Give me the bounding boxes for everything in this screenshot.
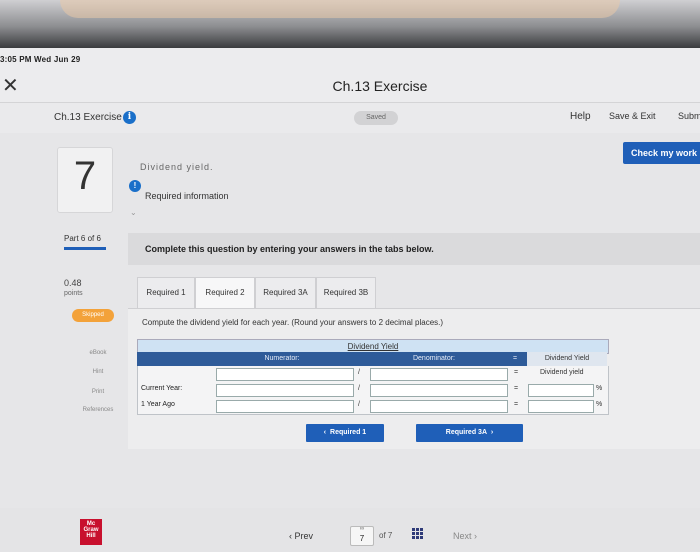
percent-symbol: %: [596, 401, 603, 408]
prev-question-button[interactable]: ‹ Prev: [289, 531, 313, 541]
year-ago-numerator-input[interactable]: [216, 400, 354, 413]
status-bar: 3:05 PM Wed Jun 29: [0, 48, 700, 70]
equals-symbol: =: [514, 369, 519, 376]
next-required-label: Required 3A: [445, 429, 487, 436]
result-label: Dividend yield: [540, 369, 584, 376]
bezel-glow: [60, 0, 620, 18]
denominator-label-input[interactable]: [370, 368, 508, 381]
current-year-denominator-input[interactable]: [370, 384, 508, 397]
divide-symbol: /: [358, 401, 360, 408]
numerator-label-input[interactable]: [216, 368, 354, 381]
tab-required-3b[interactable]: Required 3B: [316, 277, 376, 309]
page-dots-icon: ∞: [359, 526, 365, 532]
page-total: of 7: [379, 531, 393, 540]
table-subheader-row: / = Dividend yield: [137, 366, 609, 383]
percent-symbol: %: [596, 385, 603, 392]
part-progress-bar: [64, 247, 106, 250]
help-button[interactable]: Help: [570, 111, 591, 122]
directions-text: Complete this question by entering your …: [145, 244, 434, 254]
ebook-link[interactable]: eBook: [80, 350, 116, 356]
tab-required-3a[interactable]: Required 3A: [255, 277, 316, 309]
row-label-1-year-ago: 1 Year Ago: [141, 401, 175, 408]
header-denominator: Denominator:: [412, 355, 456, 362]
points-value: 0.48: [64, 278, 82, 288]
header-equals: =: [512, 355, 518, 362]
equals-symbol: =: [514, 385, 519, 392]
mcgraw-hill-logo: Mc Graw Hill: [80, 519, 102, 545]
row-label-current-year: Current Year:: [141, 385, 183, 392]
title-bar: ✕ Ch.13 Exercise: [0, 70, 700, 103]
instruction-text: Compute the dividend yield for each year…: [142, 318, 444, 327]
year-ago-denominator-input[interactable]: [370, 400, 508, 413]
next-required-button[interactable]: Required 3A ›: [416, 424, 523, 442]
device-top-bezel: [0, 0, 700, 48]
question-prompt-cut: Dividend yield.: [140, 162, 214, 172]
page-current: 7: [359, 534, 365, 543]
question-number-box: 7: [57, 147, 113, 213]
header-numerator: Numerator:: [264, 355, 300, 362]
chevron-down-icon[interactable]: ⌄: [130, 208, 137, 217]
chevron-right-icon: ›: [490, 429, 494, 436]
current-year-numerator-input[interactable]: [216, 384, 354, 397]
tab-required-2[interactable]: Required 2: [195, 277, 255, 310]
prev-label: Prev: [294, 531, 314, 541]
status-time-date: 3:05 PM Wed Jun 29: [0, 55, 81, 64]
required-information-link[interactable]: Required information: [145, 191, 229, 201]
logo-line-3: Hill: [86, 533, 96, 539]
points-label: points: [64, 290, 83, 297]
divide-symbol: /: [358, 369, 360, 376]
grid-view-icon[interactable]: [412, 528, 423, 539]
chevron-right-icon: ›: [474, 531, 478, 541]
year-ago-yield-input[interactable]: [528, 400, 594, 413]
chevron-left-icon: ‹: [323, 429, 327, 436]
check-my-work-button[interactable]: Check my work: [623, 142, 700, 164]
prev-required-label: Required 1: [330, 429, 367, 436]
submit-button[interactable]: Subm: [678, 111, 700, 121]
info-icon[interactable]: i: [123, 111, 136, 124]
part-label: Part 6 of 6: [64, 234, 101, 243]
question-number: 7: [73, 154, 97, 198]
table-row: 1 Year Ago / = %: [137, 398, 609, 415]
status-badge: Skipped: [72, 309, 114, 322]
equals-symbol: =: [514, 401, 519, 408]
next-question-button[interactable]: Next ›: [453, 531, 477, 541]
table-header: Numerator: Denominator: = Dividend Yield: [137, 352, 607, 366]
references-link[interactable]: References: [80, 407, 116, 413]
required-info-icon[interactable]: !: [129, 180, 141, 192]
table-row: Current Year: / = %: [137, 382, 609, 399]
hint-link[interactable]: Hint: [80, 369, 116, 375]
tab-required-1[interactable]: Required 1: [137, 277, 195, 309]
table-title-text: Dividend Yield: [347, 342, 399, 351]
current-year-yield-input[interactable]: [528, 384, 594, 397]
save-exit-button[interactable]: Save & Exit: [609, 111, 656, 121]
divide-symbol: /: [358, 385, 360, 392]
exercise-label: Ch.13 Exercise: [54, 112, 122, 123]
print-link[interactable]: Print: [80, 389, 116, 395]
prev-required-button[interactable]: ‹ Required 1: [306, 424, 384, 442]
saved-badge: Saved: [354, 111, 398, 125]
next-label: Next: [453, 531, 472, 541]
page-selector[interactable]: ∞ 7: [350, 526, 374, 546]
directions-panel: Complete this question by entering your …: [128, 233, 700, 265]
page-title: Ch.13 Exercise: [332, 78, 428, 94]
header-dividend-yield: Dividend Yield: [527, 352, 607, 366]
chevron-left-icon: ‹: [289, 531, 292, 541]
assignment-header: Ch.13 Exercise i Saved Help Save & Exit …: [0, 103, 700, 133]
